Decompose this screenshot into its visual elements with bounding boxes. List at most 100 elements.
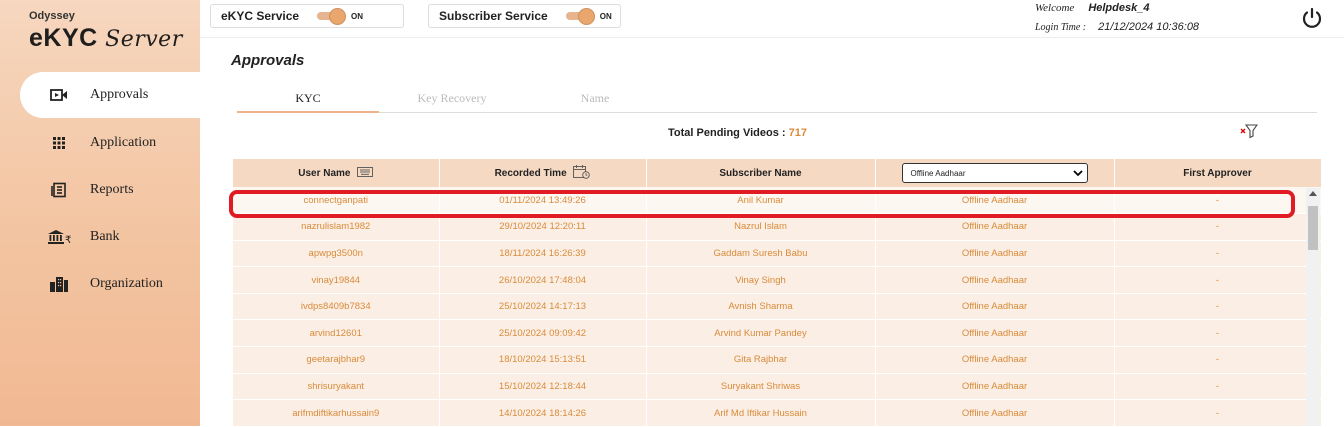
cell-subscriber-name: Vinay Singh — [646, 266, 876, 294]
table-row[interactable]: ivdps8409b7834 25/10/2024 14:17:13 Avnish … — [233, 293, 1322, 321]
table-row[interactable]: nazrulislam1982 29/10/2024 12:20:11 Nazrul… — [233, 213, 1322, 241]
cell-subscriber-name: Gaddam Suresh Babu — [646, 240, 876, 268]
table-header-row: User Name Recorded Time Subscriber Name … — [233, 159, 1322, 187]
subscriber-service-toggle-group: Subscriber Service ON — [428, 4, 621, 28]
tab-key-recovery[interactable]: Key Recovery — [381, 88, 523, 113]
brand-small: Odyssey — [29, 10, 75, 22]
subscriber-service-toggle[interactable] — [565, 8, 595, 25]
sidebar-item-label: Bank — [90, 229, 120, 244]
ekyc-service-toggle-group: eKYC Service ON — [210, 4, 404, 28]
username: Helpdesk_4 — [1088, 2, 1150, 14]
table-body: connectganpati 01/11/2024 13:49:26 Anil Ku… — [233, 187, 1322, 427]
power-icon[interactable] — [1300, 6, 1324, 30]
table-row[interactable]: geetarajbhar9 18/10/2024 15:13:51 Gita Raj… — [233, 346, 1322, 374]
sidebar-item-label: Approvals — [90, 87, 149, 102]
tab-kyc[interactable]: KYC — [237, 88, 379, 113]
subscriber-service-state: ON — [599, 11, 612, 21]
sidebar-item-reports[interactable]: Reports — [20, 167, 200, 213]
sidebar-item-label: Reports — [90, 182, 134, 197]
ekyc-service-state: ON — [351, 11, 364, 21]
table-row[interactable]: arvind12601 25/10/2024 09:09:42 Arvind Kum… — [233, 319, 1322, 348]
cell-first-approver: - — [1114, 399, 1322, 427]
sidebar-item-application[interactable]: Application — [20, 120, 200, 166]
cell-kyc-type: Offline Aadhaar — [875, 266, 1115, 294]
approvals-table: User Name Recorded Time Subscriber Name … — [233, 159, 1322, 427]
ekyc-service-label: eKYC Service — [221, 9, 300, 23]
scroll-up-icon[interactable] — [1309, 191, 1317, 196]
scrollbar-thumb[interactable] — [1308, 206, 1318, 250]
cell-kyc-type: Offline Aadhaar — [875, 319, 1115, 348]
kyc-type-select[interactable]: Offline Aadhaar — [901, 163, 1088, 183]
cell-recorded-time: 29/10/2024 12:20:11 — [439, 213, 647, 241]
sidebar-item-organization[interactable]: Organization — [20, 261, 200, 307]
cell-subscriber-name: Avnish Sharma — [646, 293, 876, 321]
brand-logo: eKYC Server — [29, 24, 183, 53]
grid-icon — [46, 136, 72, 150]
table-row[interactable]: vinay19844 26/10/2024 17:48:04 Vinay Singh… — [233, 266, 1322, 294]
cell-user-name: shrisuryakant — [233, 373, 440, 401]
report-icon — [46, 182, 72, 198]
clear-filter-icon[interactable] — [1240, 123, 1259, 139]
brand-server: Server — [105, 27, 183, 52]
table-scrollbar[interactable] — [1306, 188, 1320, 426]
welcome-line: Welcome Helpdesk_4 — [1035, 2, 1149, 14]
table-row[interactable]: apwpg3500n 18/11/2024 16:26:39 Gaddam Sure… — [233, 240, 1322, 268]
building-icon — [46, 276, 72, 292]
cell-kyc-type: Offline Aadhaar — [875, 240, 1115, 268]
cell-kyc-type: Offline Aadhaar — [875, 213, 1115, 241]
col-user-name: User Name — [233, 159, 440, 187]
login-time: 21/12/2024 10:36:08 — [1098, 21, 1200, 33]
cell-user-name: arifmdiftikarhussain9 — [233, 399, 440, 427]
page-title: Approvals — [231, 52, 305, 69]
col-user-name-label: User Name — [298, 167, 351, 179]
cell-kyc-type: Offline Aadhaar — [875, 373, 1115, 401]
sidebar-item-bank[interactable]: ₹ Bank — [20, 214, 200, 260]
cell-user-name: nazrulislam1982 — [233, 213, 440, 241]
subscriber-service-label: Subscriber Service — [439, 9, 548, 23]
brand-main: eKYC — [29, 24, 98, 52]
cell-user-name: ivdps8409b7834 — [233, 293, 440, 321]
cell-recorded-time: 01/11/2024 13:49:26 — [439, 187, 647, 215]
table-row[interactable]: shrisuryakant 15/10/2024 12:18:44 Suryakan… — [233, 373, 1322, 401]
cell-user-name: connectganpati — [233, 187, 440, 215]
col-kyc-type: Offline Aadhaar — [875, 159, 1115, 187]
col-first-approver: First Approver — [1114, 159, 1322, 187]
cell-subscriber-name: Gita Rajbhar — [646, 346, 876, 374]
calendar-icon[interactable] — [573, 164, 591, 182]
cell-first-approver: - — [1114, 373, 1322, 401]
cell-user-name: arvind12601 — [233, 319, 440, 348]
cell-first-approver: - — [1114, 346, 1322, 374]
cell-first-approver: - — [1114, 240, 1322, 268]
cell-user-name: vinay19844 — [233, 266, 440, 294]
cell-first-approver: - — [1114, 187, 1322, 215]
cell-recorded-time: 26/10/2024 17:48:04 — [439, 266, 647, 294]
pending-videos: Total Pending Videos : 717 — [668, 127, 807, 139]
tab-bar: KYC Key Recovery Name — [237, 88, 1317, 113]
pending-count: 717 — [788, 127, 807, 139]
col-subscriber-name: Subscriber Name — [646, 159, 876, 187]
tab-name[interactable]: Name — [524, 88, 666, 113]
cell-kyc-type: Offline Aadhaar — [875, 399, 1115, 427]
cell-kyc-type: Offline Aadhaar — [875, 187, 1115, 215]
sidebar-item-label: Organization — [90, 276, 163, 291]
ekyc-service-toggle[interactable] — [317, 8, 347, 25]
login-label: Login Time : — [1035, 22, 1087, 33]
table-row[interactable]: arifmdiftikarhussain9 14/10/2024 18:14:26… — [233, 399, 1322, 427]
cell-recorded-time: 25/10/2024 09:09:42 — [439, 319, 647, 348]
cell-first-approver: - — [1114, 213, 1322, 241]
bank-icon: ₹ — [46, 229, 72, 245]
table-row[interactable]: connectganpati 01/11/2024 13:49:26 Anil Ku… — [233, 187, 1322, 215]
cell-user-name: geetarajbhar9 — [233, 346, 440, 374]
cell-recorded-time: 18/10/2024 15:13:51 — [439, 346, 647, 374]
login-line: Login Time : 21/12/2024 10:36:08 — [1035, 21, 1199, 33]
cell-first-approver: - — [1114, 266, 1322, 294]
cell-first-approver: - — [1114, 319, 1322, 348]
sidebar-item-approvals[interactable]: Approvals — [20, 72, 200, 118]
cell-subscriber-name: Arif Md Iftikar Hussain — [646, 399, 876, 427]
cell-subscriber-name: Arvind Kumar Pandey — [646, 319, 876, 348]
sidebar: Odyssey eKYC Server Approvals Applicatio… — [0, 0, 200, 426]
cell-recorded-time: 15/10/2024 12:18:44 — [439, 373, 647, 401]
keyboard-icon[interactable] — [357, 166, 374, 180]
cell-recorded-time: 14/10/2024 18:14:26 — [439, 399, 647, 427]
cell-subscriber-name: Nazrul Islam — [646, 213, 876, 241]
